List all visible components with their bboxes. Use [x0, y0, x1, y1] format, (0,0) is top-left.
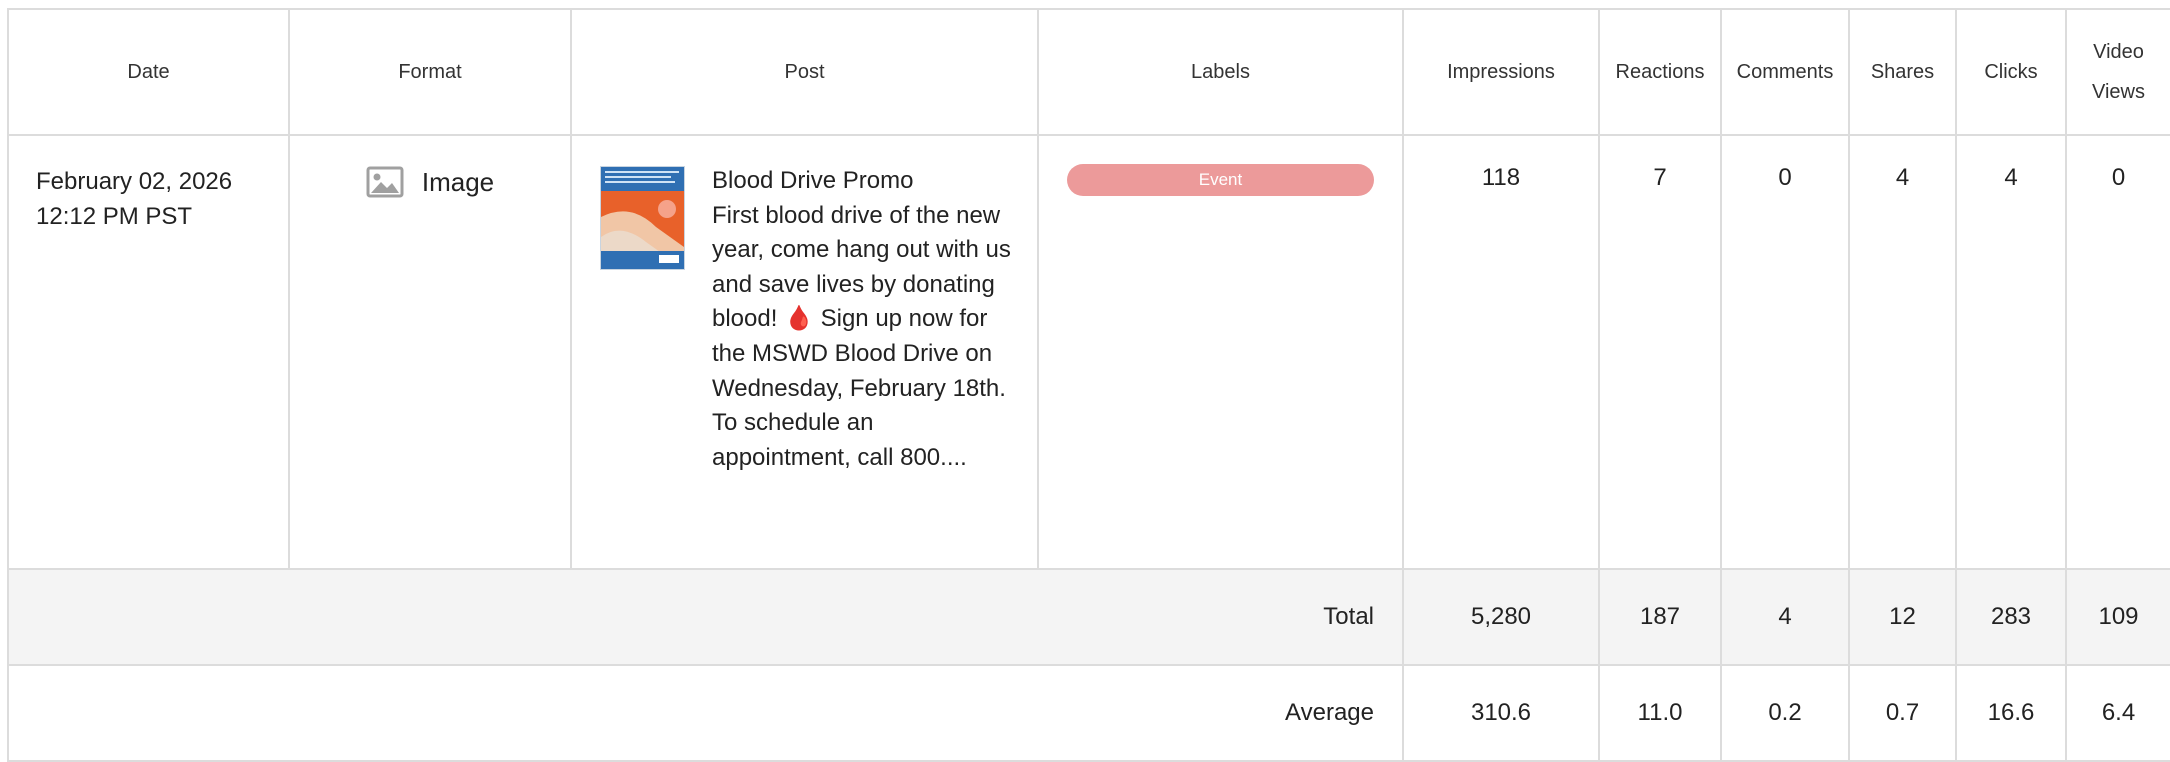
post-date: February 02, 2026	[36, 168, 233, 195]
header-date[interactable]: Date	[7, 8, 290, 136]
header-reactions[interactable]: Reactions	[1598, 8, 1722, 136]
post-thumbnail[interactable]	[600, 166, 685, 270]
post-title[interactable]: Blood Drive Promo	[712, 164, 1017, 199]
header-video-views[interactable]: Video Views	[2065, 8, 2170, 136]
header-format[interactable]: Format	[288, 8, 572, 136]
average-label: Average	[7, 664, 1404, 762]
post-cell[interactable]: Blood Drive Promo First blood drive of t…	[570, 134, 1039, 570]
total-label: Total	[7, 568, 1404, 666]
total-comments: 4	[1720, 568, 1850, 666]
average-clicks: 16.6	[1955, 664, 2067, 762]
average-video-views: 6.4	[2065, 664, 2170, 762]
average-row: Average 310.6 11.0 0.2 0.7 16.6 6.4	[7, 664, 2170, 762]
header-video-views-line2: Views	[2092, 81, 2145, 103]
format-label: Image	[421, 166, 495, 197]
label-badge-event[interactable]: Event	[1067, 164, 1374, 196]
header-comments[interactable]: Comments	[1720, 8, 1850, 136]
impressions-value: 118	[1402, 134, 1600, 570]
format-cell: Image	[288, 134, 572, 570]
average-reactions: 11.0	[1598, 664, 1722, 762]
header-impressions[interactable]: Impressions	[1402, 8, 1600, 136]
total-video-views: 109	[2065, 568, 2170, 666]
average-shares: 0.7	[1848, 664, 1957, 762]
header-row: Date Format Post Labels Impressions Reac…	[7, 8, 2170, 136]
average-impressions: 310.6	[1402, 664, 1600, 762]
total-reactions: 187	[1598, 568, 1722, 666]
header-video-views-line1: Video	[2093, 41, 2144, 63]
video-views-value: 0	[2065, 134, 2170, 570]
comments-value: 0	[1720, 134, 1850, 570]
image-icon	[366, 166, 404, 198]
total-clicks: 283	[1955, 568, 2067, 666]
post-body: First blood drive of the new year, come …	[712, 201, 1011, 471]
post-metrics-table-container: Date Format Post Labels Impressions Reac…	[7, 8, 2170, 762]
total-shares: 12	[1848, 568, 1957, 666]
header-labels[interactable]: Labels	[1037, 8, 1404, 136]
date-cell: February 02, 2026 12:12 PM PST	[7, 134, 290, 570]
reactions-value: 7	[1598, 134, 1722, 570]
post-content: Blood Drive Promo First blood drive of t…	[712, 164, 1017, 475]
shares-value: 4	[1848, 134, 1957, 570]
header-post[interactable]: Post	[570, 8, 1039, 136]
post-time: 12:12 PM PST	[36, 203, 193, 230]
labels-cell: Event	[1037, 134, 1404, 570]
table-row[interactable]: February 02, 2026 12:12 PM PST Image Blo…	[7, 134, 2170, 570]
average-comments: 0.2	[1720, 664, 1850, 762]
clicks-value: 4	[1955, 134, 2067, 570]
header-shares[interactable]: Shares	[1848, 8, 1957, 136]
post-metrics-table: Date Format Post Labels Impressions Reac…	[7, 8, 2170, 762]
total-row: Total 5,280 187 4 12 283 109	[7, 568, 2170, 666]
header-clicks[interactable]: Clicks	[1955, 8, 2067, 136]
total-impressions: 5,280	[1402, 568, 1600, 666]
